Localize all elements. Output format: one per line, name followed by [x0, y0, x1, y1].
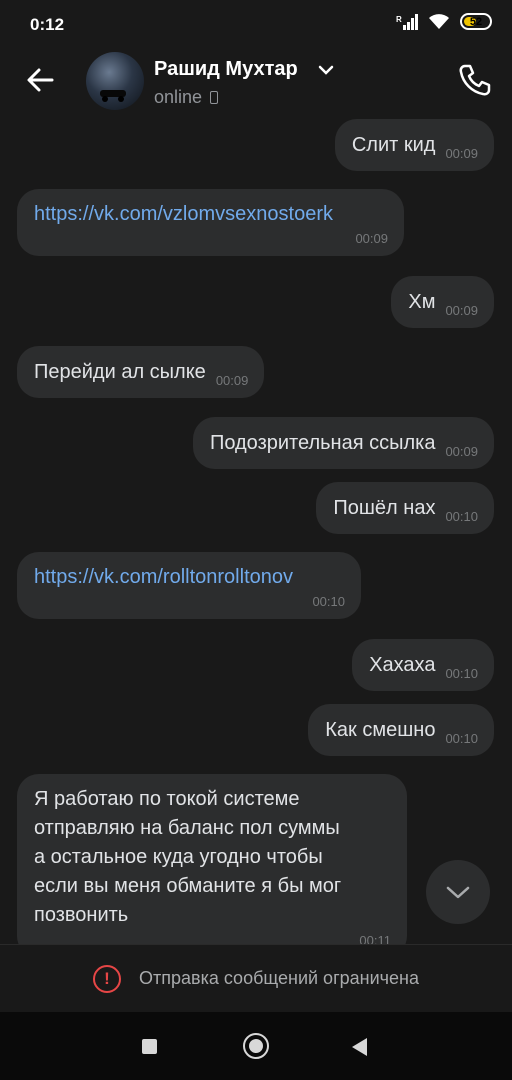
message-text: Перейди ал сылке: [34, 361, 206, 383]
mobile-device-icon: [210, 91, 219, 104]
chevron-down-icon: [446, 886, 470, 899]
avatar[interactable]: [86, 52, 144, 110]
message-time: 00:09: [215, 373, 249, 388]
message-text: Как смешно: [325, 719, 436, 741]
message-time: 00:09: [445, 444, 478, 459]
message-outgoing[interactable]: Хахаха 00:10: [352, 639, 494, 691]
message-time: 00:10: [312, 594, 345, 609]
scroll-to-bottom-button[interactable]: [426, 860, 490, 924]
wifi-icon: [429, 13, 449, 29]
message-time: 00:10: [445, 731, 478, 746]
chat-header: Рашид Мухтар online: [0, 46, 512, 118]
message-line: отправляю на баланс пол суммы: [34, 817, 340, 839]
contact-name[interactable]: Рашид Мухтар: [154, 58, 298, 81]
recent-apps-button[interactable]: [142, 1039, 157, 1054]
system-navigation-bar: [0, 1012, 512, 1080]
message-text: Подозрительная ссылка: [209, 432, 436, 454]
message-outgoing[interactable]: Как смешно 00:10: [308, 704, 494, 756]
message-outgoing[interactable]: Хм 00:09: [391, 276, 494, 328]
cellular-signal-icon: R: [396, 13, 418, 30]
chevron-down-icon[interactable]: [318, 64, 334, 76]
message-text: Пошёл нах: [333, 497, 436, 519]
message-line: позвонить: [34, 904, 129, 926]
message-outgoing[interactable]: Подозрительная ссылка 00:09: [192, 417, 494, 469]
battery-level: 52: [469, 15, 483, 28]
status-bar: 0:12 R 52: [0, 0, 512, 46]
message-text: Хм: [408, 291, 436, 313]
message-list[interactable]: Слит кид 00:09 https://vk.com/vzlomvsexno…: [0, 118, 512, 944]
message-incoming[interactable]: https://vk.com/rolltonrolltonov 00:10: [17, 552, 361, 619]
message-time: 00:09: [355, 231, 388, 246]
message-outgoing[interactable]: Пошёл нах 00:10: [316, 482, 494, 534]
back-arrow-icon[interactable]: [22, 62, 58, 98]
online-status-text: online: [154, 87, 203, 107]
message-incoming[interactable]: Перейди ал сылке 00:09: [17, 346, 265, 398]
messaging-restricted-banner: ! Отправка сообщений ограничена: [0, 944, 512, 1012]
message-incoming[interactable]: https://vk.com/vzlomvsexnostoerk 00:09: [17, 189, 404, 256]
message-incoming[interactable]: Я работаю по токой системе отправляю на …: [17, 774, 407, 944]
battery-icon: 52: [460, 13, 492, 30]
message-time: 00:09: [445, 146, 478, 161]
online-status: online: [154, 87, 219, 108]
message-line: а остальное куда угодно чтобы: [34, 846, 323, 868]
message-line: если вы меня обманите я бы мог: [34, 875, 342, 897]
clock: 0:12: [30, 15, 65, 34]
phone-call-icon[interactable]: [456, 62, 492, 98]
warning-icon: !: [93, 964, 121, 993]
message-outgoing[interactable]: Слит кид 00:09: [334, 119, 494, 171]
message-time: 00:11: [359, 933, 391, 944]
message-time: 00:09: [445, 303, 478, 318]
message-time: 00:10: [445, 666, 478, 681]
home-button[interactable]: [243, 1033, 269, 1059]
message-text: Хахаха: [369, 654, 436, 676]
restriction-text: Отправка сообщений ограничена: [139, 968, 419, 988]
message-line: Я работаю по токой системе: [34, 788, 300, 810]
message-text: Слит кид: [351, 134, 436, 156]
message-link[interactable]: https://vk.com/vzlomvsexnostoerk: [34, 203, 333, 225]
system-back-button[interactable]: [352, 1038, 367, 1056]
message-time: 00:10: [445, 509, 478, 524]
message-link[interactable]: https://vk.com/rolltonrolltonov: [34, 566, 293, 588]
network-roaming-label: R: [396, 15, 402, 24]
